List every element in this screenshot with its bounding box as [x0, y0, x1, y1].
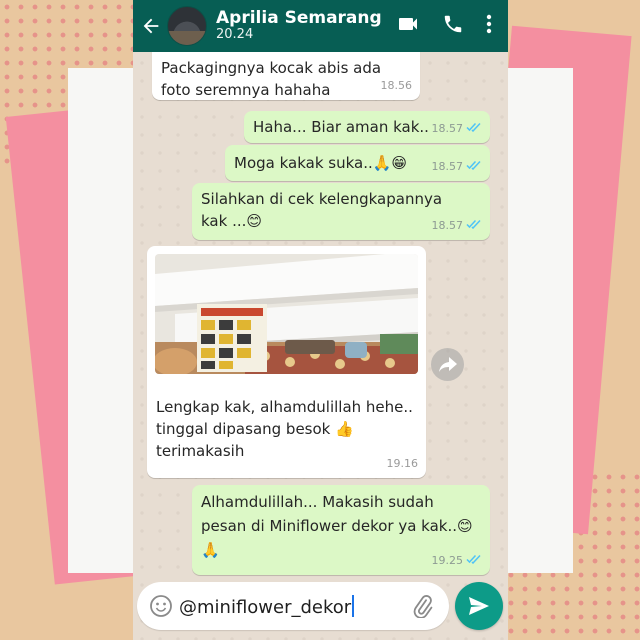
message-bubble-outgoing[interactable]: Silahkan di cek kelengkapannya kak ...😊 … — [192, 183, 490, 240]
message-text: Lengkap kak, alhamdulillah hehe.. tingga… — [156, 398, 413, 460]
message-time: 18.56 — [380, 79, 413, 92]
attach-icon[interactable] — [411, 594, 433, 618]
contact-name: Aprilia Semarang — [216, 7, 382, 28]
message-bubble-incoming-photo[interactable]: Lengkap kak, alhamdulillah hehe.. tingga… — [147, 246, 426, 478]
message-time: 19.16 — [386, 457, 419, 470]
send-button[interactable] — [455, 582, 503, 630]
message-input[interactable]: @miniflower_dekor — [179, 594, 411, 618]
message-composer[interactable]: @miniflower_dekor — [137, 582, 449, 630]
contact-info[interactable]: Aprilia Semarang 20.24 — [216, 7, 396, 43]
last-seen: 20.24 — [216, 27, 254, 43]
back-arrow-icon[interactable] — [137, 12, 165, 40]
chat-screen: Aprilia Semarang 20.24 Packagingnya koca… — [133, 0, 508, 640]
double-check-icon — [466, 550, 482, 572]
message-time: 19.25 — [431, 554, 464, 567]
avatar[interactable] — [167, 6, 207, 46]
message-time: 18.57 — [431, 122, 464, 135]
message-time: 18.57 — [431, 219, 464, 232]
double-check-icon — [466, 118, 482, 140]
send-icon — [468, 596, 490, 616]
double-check-icon — [466, 215, 482, 237]
message-bubble-outgoing[interactable]: Haha... Biar aman kak.. 18.57 — [244, 111, 490, 143]
emoji-icon[interactable] — [149, 594, 173, 618]
forward-icon[interactable] — [431, 348, 464, 381]
video-call-icon[interactable] — [396, 12, 420, 40]
message-bubble-outgoing[interactable]: Alhamdulillah... Makasih sudah pesan di … — [192, 485, 490, 575]
chat-header: Aprilia Semarang 20.24 — [133, 0, 508, 52]
phone-icon[interactable] — [442, 13, 464, 39]
more-vert-icon[interactable] — [486, 14, 492, 38]
double-check-icon — [466, 156, 482, 178]
message-input-value: @miniflower_dekor — [179, 596, 352, 618]
message-photo[interactable] — [155, 254, 418, 374]
message-bubble-outgoing[interactable]: Moga kakak suka..🙏😁 18.57 — [225, 145, 490, 181]
message-time: 18.57 — [431, 160, 464, 173]
